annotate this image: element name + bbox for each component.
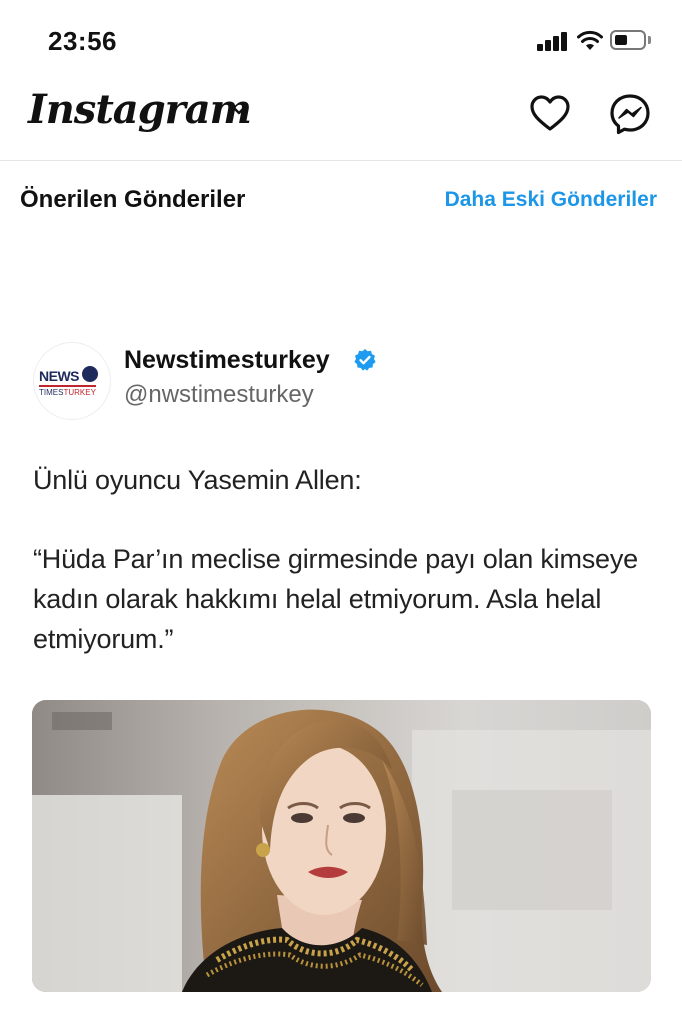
author-handle[interactable]: @nwstimesturkey xyxy=(124,381,314,409)
status-bar: 23:56 xyxy=(0,0,682,80)
avatar-logo-turkey: TURKEY xyxy=(63,388,96,397)
avatar-logo-text: NEWS xyxy=(39,368,80,384)
battery-cap xyxy=(648,36,651,44)
post-text: Ünlü oyuncu Yasemin Allen: “Hüda Par’ın … xyxy=(33,460,653,659)
wifi-icon xyxy=(577,30,603,50)
older-posts-link[interactable]: Daha Eski Gönderiler xyxy=(445,188,657,212)
avatar-logo-subtext: TIMESTURKEY xyxy=(39,385,96,397)
verified-badge-icon xyxy=(354,349,376,371)
heart-icon[interactable] xyxy=(528,92,572,136)
battery-icon xyxy=(610,30,646,50)
globe-icon xyxy=(82,366,98,382)
author-name[interactable]: Newstimesturkey xyxy=(124,346,330,375)
section-title: Önerilen Gönderiler xyxy=(20,186,246,213)
avatar-logo-times: TIMES xyxy=(39,388,64,397)
post-image-illustration xyxy=(32,700,651,992)
app-header: Instagram xyxy=(0,80,682,161)
messenger-icon[interactable] xyxy=(608,92,652,136)
avatar[interactable]: NEWS TIMESTURKEY xyxy=(33,342,111,420)
instagram-logo[interactable]: Instagram xyxy=(28,86,252,133)
chevron-down-icon[interactable] xyxy=(231,104,247,116)
post-text-line: Ünlü oyuncu Yasemin Allen: xyxy=(33,465,362,495)
battery-level xyxy=(615,35,627,45)
post-image[interactable] xyxy=(32,700,651,992)
cellular-signal-icon xyxy=(537,31,569,51)
post-quote: “Hüda Par’ın meclise girmesinde payı ola… xyxy=(33,544,638,654)
status-time: 23:56 xyxy=(48,26,117,56)
